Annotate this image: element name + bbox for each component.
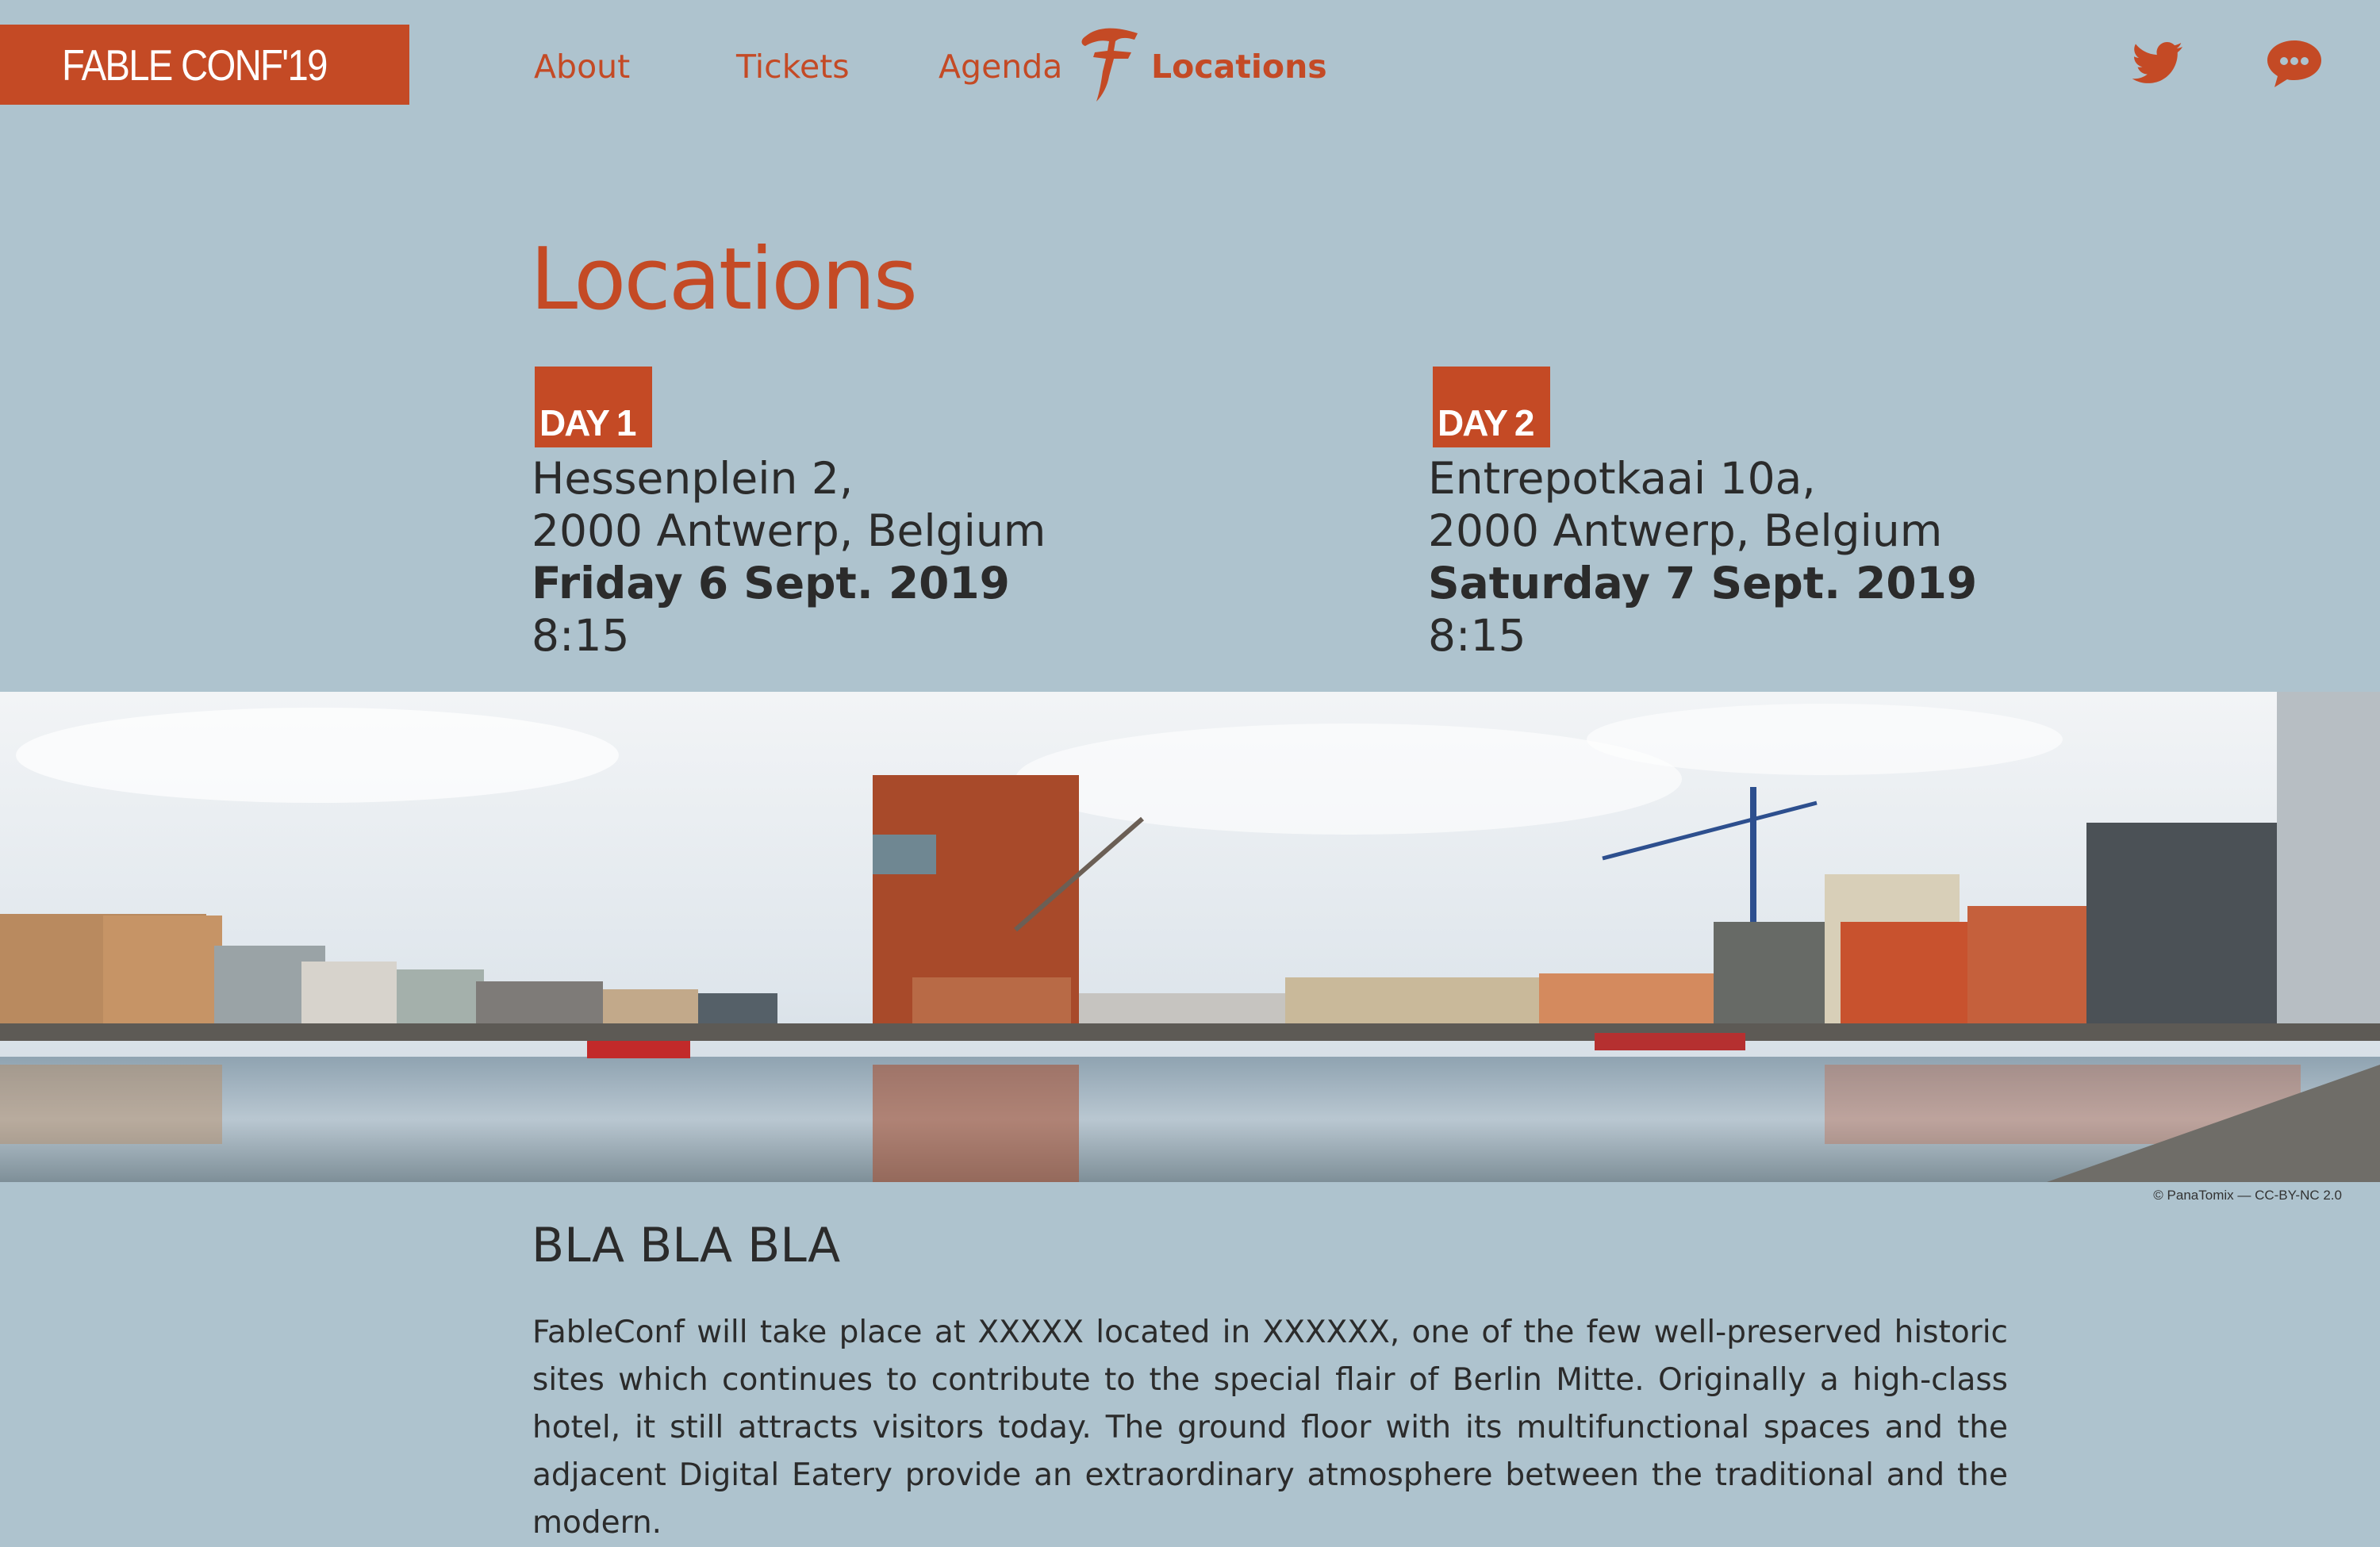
section-heading: BLA BLA BLA [532, 1218, 841, 1273]
day2-badge-label: DAY 2 [1438, 402, 1534, 443]
day1-address-line2: 2000 Antwerp, Belgium [532, 505, 1046, 556]
twitter-icon[interactable] [2132, 41, 2183, 86]
day2-date: Saturday 7 Sept. 2019 [1428, 558, 1978, 608]
day1-date: Friday 6 Sept. 2019 [532, 558, 1010, 608]
day1-badge: DAY 1 [535, 367, 652, 447]
logo-text: FABLE CONF'19 [62, 40, 328, 90]
day1-address-line1: Hessenplein 2, [532, 453, 854, 504]
chat-bubble-icon[interactable] [2265, 38, 2324, 90]
day2-address-line2: 2000 Antwerp, Belgium [1428, 505, 1943, 556]
day1-time: 8:15 [532, 610, 630, 661]
nav-agenda[interactable]: Agenda [939, 48, 1062, 86]
day1-info: Hessenplein 2, 2000 Antwerp, Belgium Fri… [532, 452, 1046, 662]
body-paragraph: FableConf will take place at XXXXX locat… [532, 1315, 2008, 1541]
antwerp-panorama-photo [0, 692, 2380, 1182]
day2-address-line1: Entrepotkaai 10a, [1428, 453, 1816, 504]
day2-badge: DAY 2 [1433, 367, 1550, 447]
day2-time: 8:15 [1428, 610, 1526, 661]
nav-tickets[interactable]: Tickets [736, 48, 850, 86]
day2-info: Entrepotkaai 10a, 2000 Antwerp, Belgium … [1428, 452, 1977, 662]
logo[interactable]: FABLE CONF'19 [0, 25, 409, 105]
day1-badge-label: DAY 1 [539, 402, 636, 443]
nav-locations[interactable]: Locations [1151, 48, 1327, 86]
photo-credit: © PanaTomix — CC-BY-NC 2.0 [2153, 1188, 2342, 1203]
page-title: Locations [530, 230, 918, 329]
nav-about[interactable]: About [534, 48, 630, 86]
fable-mark-icon [1081, 28, 1138, 102]
